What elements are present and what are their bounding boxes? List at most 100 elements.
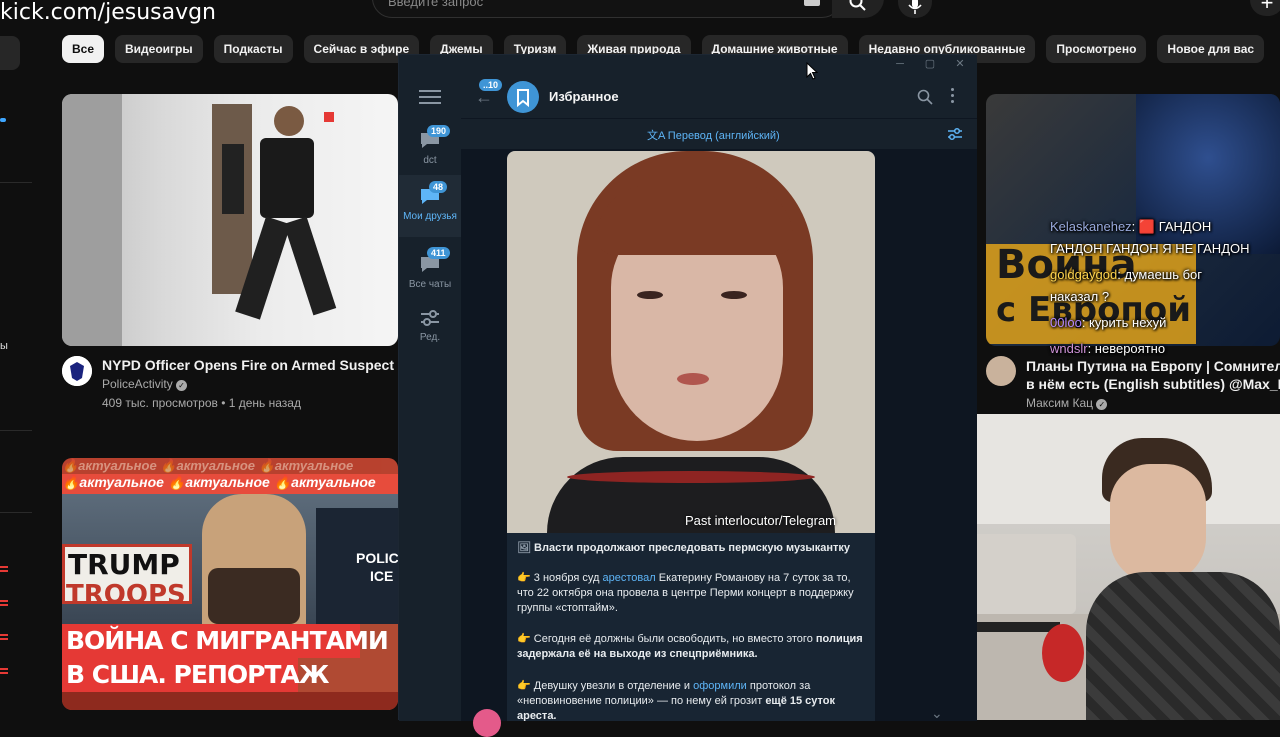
chat-text: : 🟥 ГАНДОН <box>1131 219 1212 234</box>
search-icon[interactable] <box>917 89 933 105</box>
thumb-sign-troops: TROOPS <box>66 580 186 610</box>
folder-my-friends[interactable]: 48 Мои друзья <box>399 175 461 237</box>
sidebar-item[interactable] <box>0 36 20 70</box>
folder-label: dct <box>423 155 437 166</box>
chat-header: ← ..10 Избранное <box>461 75 977 119</box>
chat-user: wndslr <box>1050 341 1088 356</box>
chat-text: : невероятно <box>1087 341 1166 356</box>
unread-badge: 48 <box>429 181 448 193</box>
message-bubble[interactable]: Past interlocutor/Telegram 🖼 Власти прод… <box>507 151 875 721</box>
chip-videogames[interactable]: Видеоигры <box>115 35 203 63</box>
message-paragraph-3: 👉 Девушку увезли в отделение и оформили … <box>517 680 836 721</box>
translate-label: Перевод (английский) <box>667 130 780 142</box>
thumb-sign-trump: TRUMP <box>68 548 180 581</box>
close-button[interactable]: ✕ <box>945 55 975 75</box>
picture-icon: 🖼 <box>517 542 531 554</box>
bookmark-icon <box>517 89 529 108</box>
keyboard-icon[interactable] <box>804 0 820 6</box>
stream-chat-overlay: Kelaskanehez: 🟥 ГАНДОН ГАНДОН ГАНДОН Я Н… <box>1050 218 1250 358</box>
search-input[interactable]: Введите запрос <box>388 0 483 9</box>
chat-title[interactable]: Избранное <box>549 89 619 104</box>
point-icon: 👉 <box>517 680 531 692</box>
sidebar-divider <box>0 430 32 431</box>
chip-all[interactable]: Все <box>62 35 105 63</box>
message-paragraph-2: 👉 Сегодня её должны были освободить, но … <box>517 633 863 660</box>
chat-text: наказал ? <box>1050 289 1110 304</box>
video-title-line-2[interactable]: в нём есть (English subtitles) @Max_Katz <box>1026 376 1280 392</box>
chat-line: Kelaskanehez: 🟥 ГАНДОН <box>1050 218 1250 236</box>
channel-avatar[interactable] <box>986 356 1016 386</box>
video-title[interactable]: Планы Путина на Европу | Сомнительны <box>1026 358 1280 374</box>
video-thumbnail[interactable]: 🔥актуальное 🔥актуальное 🔥актуальное 🔥акт… <box>62 458 398 710</box>
sliders-icon <box>421 310 439 326</box>
thumb-headline-1: ВОЙНА С МИГРАНТАМИ <box>66 626 389 655</box>
mic-button[interactable] <box>898 0 932 18</box>
message-headline: 🖼 Власти продолжают преследовать пермску… <box>517 542 851 554</box>
chip-watched[interactable]: Просмотрено <box>1046 35 1147 63</box>
chat-text: : думаешь бог <box>1117 267 1203 282</box>
channel-name[interactable]: Максим Кац <box>1026 396 1093 410</box>
translate-button[interactable]: 文A Перевод (английский) <box>647 127 780 143</box>
menu-icon[interactable] <box>419 89 441 105</box>
point-icon: 👉 <box>517 633 531 645</box>
message-link[interactable]: оформили <box>693 680 747 692</box>
sender-avatar[interactable] <box>473 709 501 737</box>
channel-avatar[interactable] <box>62 356 92 386</box>
plus-icon: + <box>1260 0 1274 15</box>
microphone <box>1042 624 1084 682</box>
point-icon: 👉 <box>517 572 531 584</box>
live-dot-icon <box>0 118 6 122</box>
video-meta: 409 тыс. просмотров • 1 день назад <box>102 396 301 410</box>
sidebar-live-indicators <box>0 566 10 686</box>
chat-text: : курить нехуй <box>1081 315 1167 330</box>
more-options-icon[interactable] <box>951 87 955 105</box>
chip-new-for-you[interactable]: Новое для вас <box>1157 35 1265 63</box>
search-button[interactable] <box>832 0 884 18</box>
police-badge-icon <box>62 356 92 386</box>
minimize-button[interactable]: ─ <box>885 55 915 75</box>
folder-all-chats[interactable]: 411 Все чаты <box>399 247 461 299</box>
chat-line: goldgaygod: думаешь бог <box>1050 266 1250 284</box>
unread-badge: 411 <box>427 247 450 259</box>
chat-line: wndslr: невероятно <box>1050 340 1250 358</box>
translate-bar: 文A Перевод (английский) <box>461 119 977 149</box>
verified-icon: ✓ <box>176 380 188 391</box>
sidebar-divider <box>0 182 32 183</box>
chat-line: 00loo: курить нехуй <box>1050 314 1250 332</box>
mouse-cursor-icon <box>806 62 818 80</box>
window-titlebar[interactable]: ─ ▢ ✕ <box>399 55 977 75</box>
telegram-window: ─ ▢ ✕ 190 dct 48 Мои друзья 411 Все чаты… <box>398 54 977 737</box>
message-link[interactable]: арестовал <box>603 572 656 584</box>
saved-messages-avatar[interactable] <box>507 81 539 113</box>
thumb-sign-police: POLICE <box>356 550 398 566</box>
chat-user: Kelaskanehez <box>1050 219 1132 234</box>
thumb-sign-ice: ICE <box>370 568 394 584</box>
message-paragraph-1: 👉 3 ноября суд арестовал Екатерину Роман… <box>517 572 854 614</box>
folder-sidebar: 190 dct 48 Мои друзья 411 Все чаты Ред. <box>399 75 461 721</box>
message-photo[interactable]: Past interlocutor/Telegram <box>507 151 875 533</box>
create-button[interactable]: + <box>1250 0 1280 16</box>
thumb-ticker: 🔥актуальное 🔥актуальное 🔥актуальное <box>62 474 398 494</box>
chat-user: 00loo <box>1050 315 1082 330</box>
folder-dct[interactable]: 190 dct <box>399 125 461 175</box>
sidebar-label-fragment: ы <box>0 340 8 352</box>
search-icon <box>849 0 866 11</box>
scroll-down-icon[interactable]: ⌄ <box>931 705 943 722</box>
chat-line: наказал ? <box>1050 288 1250 306</box>
translate-settings-icon[interactable] <box>947 127 963 141</box>
photo-caption: Past interlocutor/Telegram <box>685 513 837 528</box>
video-channel[interactable]: Максим Кац ✓ <box>1026 396 1108 410</box>
webcam-feed <box>946 414 1280 720</box>
channel-name[interactable]: PoliceActivity <box>102 377 173 391</box>
back-unread-badge: ..10 <box>479 79 503 91</box>
folder-label: Мои друзья <box>403 211 457 222</box>
maximize-button[interactable]: ▢ <box>915 55 945 75</box>
folder-edit[interactable]: Ред. <box>399 305 461 349</box>
chip-podcasts[interactable]: Подкасты <box>213 35 293 63</box>
video-channel[interactable]: PoliceActivity ✓ <box>102 377 188 391</box>
folder-label: Все чаты <box>408 279 452 290</box>
video-thumbnail[interactable] <box>62 94 398 346</box>
video-title[interactable]: NYPD Officer Opens Fire on Armed Suspect… <box>102 357 398 373</box>
unread-badge: 190 <box>427 125 451 137</box>
translate-icon: 文A <box>647 130 665 142</box>
